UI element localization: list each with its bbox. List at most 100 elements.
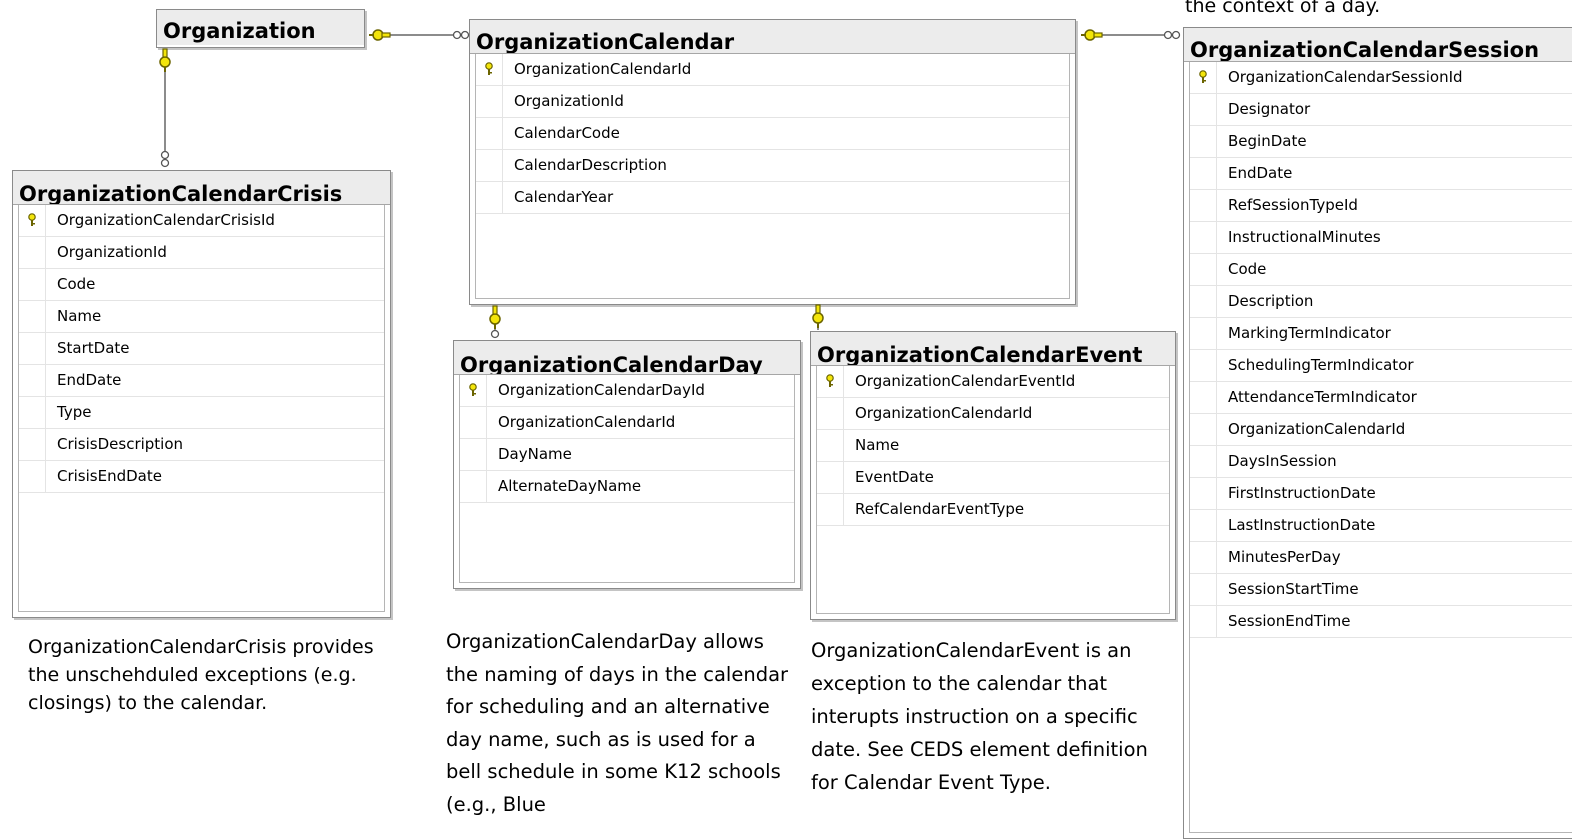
row-selector[interactable]	[476, 118, 503, 149]
row-selector[interactable]	[1190, 286, 1217, 317]
column-row[interactable]: DayName	[460, 439, 794, 471]
column-row[interactable]: CalendarCode	[476, 118, 1069, 150]
table-organization[interactable]: Organization	[156, 9, 365, 48]
column-row[interactable]: AlternateDayName	[460, 471, 794, 503]
column-row[interactable]: LastInstructionDate	[1190, 510, 1572, 542]
column-row[interactable]: OrganizationCalendarId	[460, 407, 794, 439]
column-row[interactable]: Name	[19, 301, 384, 333]
row-selector[interactable]	[1190, 542, 1217, 573]
row-selector[interactable]	[476, 86, 503, 117]
row-selector[interactable]	[19, 429, 46, 460]
column-row[interactable]: Description	[1190, 286, 1572, 318]
column-row[interactable]: Code	[1190, 254, 1572, 286]
column-row[interactable]: CalendarYear	[476, 182, 1069, 214]
row-selector[interactable]	[1190, 478, 1217, 509]
row-selector[interactable]	[1190, 350, 1217, 381]
column-row[interactable]: Name	[817, 430, 1169, 462]
column-name: MarkingTermIndicator	[1228, 324, 1391, 342]
row-selector[interactable]	[19, 333, 46, 364]
row-selector[interactable]	[1190, 574, 1217, 605]
row-selector[interactable]	[460, 439, 487, 470]
column-row[interactable]: Type	[19, 397, 384, 429]
row-selector[interactable]	[1190, 222, 1217, 253]
row-selector[interactable]	[817, 398, 844, 429]
column-name: DaysInSession	[1228, 452, 1337, 470]
column-row[interactable]: SessionEndTime	[1190, 606, 1572, 638]
column-row[interactable]: Code	[19, 269, 384, 301]
row-selector[interactable]	[1190, 606, 1217, 637]
column-row[interactable]: BeginDate	[1190, 126, 1572, 158]
column-row[interactable]: Designator	[1190, 94, 1572, 126]
row-selector[interactable]	[817, 430, 844, 461]
column-grid: OrganizationCalendarSessionId Designator B…	[1189, 62, 1572, 833]
table-organization-calendar-event[interactable]: OrganizationCalendarEvent OrganizationCa…	[810, 331, 1176, 620]
row-selector[interactable]	[817, 494, 844, 525]
column-name: InstructionalMinutes	[1228, 228, 1381, 246]
column-row[interactable]: OrganizationId	[19, 237, 384, 269]
column-row[interactable]: DaysInSession	[1190, 446, 1572, 478]
column-name: CrisisEndDate	[57, 467, 162, 485]
row-selector[interactable]	[19, 301, 46, 332]
column-row[interactable]: SchedulingTermIndicator	[1190, 350, 1572, 382]
column-row[interactable]: MinutesPerDay	[1190, 542, 1572, 574]
row-selector[interactable]	[1190, 158, 1217, 189]
column-name: EndDate	[57, 371, 122, 389]
column-row[interactable]: CrisisDescription	[19, 429, 384, 461]
primary-key-row[interactable]: OrganizationCalendarDayId	[460, 375, 794, 407]
primary-key-row[interactable]: OrganizationCalendarCrisisId	[19, 205, 384, 237]
primary-key-row[interactable]: OrganizationCalendarId	[476, 54, 1069, 86]
crisis-note: OrganizationCalendarCrisis provides the …	[28, 636, 374, 714]
column-name: RefSessionTypeId	[1228, 196, 1358, 214]
column-row[interactable]: CalendarDescription	[476, 150, 1069, 182]
relationship-calendar-session	[1080, 29, 1181, 41]
row-selector[interactable]	[19, 237, 46, 268]
column-row[interactable]: EndDate	[1190, 158, 1572, 190]
column-row[interactable]: AttendanceTermIndicator	[1190, 382, 1572, 414]
row-selector[interactable]	[19, 397, 46, 428]
table-organization-calendar-day[interactable]: OrganizationCalendarDay OrganizationCale…	[453, 340, 801, 589]
relationship-organization-calendar	[368, 29, 470, 41]
column-name: EndDate	[1228, 164, 1293, 182]
row-selector[interactable]	[1190, 318, 1217, 349]
column-row[interactable]: OrganizationId	[476, 86, 1069, 118]
table-organization-calendar-session[interactable]: OrganizationCalendarSession Organization…	[1183, 27, 1572, 839]
row-selector[interactable]	[1190, 510, 1217, 541]
column-row[interactable]: CrisisEndDate	[19, 461, 384, 493]
row-selector[interactable]	[1190, 414, 1217, 445]
table-organization-calendar-crisis[interactable]: OrganizationCalendarCrisis OrganizationC…	[12, 170, 391, 618]
column-row[interactable]: InstructionalMinutes	[1190, 222, 1572, 254]
column-row[interactable]: EventDate	[817, 462, 1169, 494]
row-selector[interactable]	[1190, 254, 1217, 285]
column-name: OrganizationCalendarCrisisId	[57, 211, 275, 229]
table-organization-calendar[interactable]: OrganizationCalendar OrganizationCalenda…	[469, 19, 1076, 305]
column-name: Designator	[1228, 100, 1311, 118]
primary-key-row[interactable]: OrganizationCalendarSessionId	[1190, 62, 1572, 94]
row-selector[interactable]	[817, 462, 844, 493]
column-row[interactable]: RefCalendarEventType	[817, 494, 1169, 526]
column-name: Type	[57, 403, 92, 421]
row-selector[interactable]	[19, 269, 46, 300]
column-row[interactable]: EndDate	[19, 365, 384, 397]
row-selector[interactable]	[1190, 382, 1217, 413]
column-row[interactable]: OrganizationCalendarId	[817, 398, 1169, 430]
row-selector[interactable]	[19, 365, 46, 396]
foreign-key-end-icon	[490, 329, 500, 339]
column-name: Name	[57, 307, 102, 325]
row-selector[interactable]	[476, 182, 503, 213]
column-row[interactable]: StartDate	[19, 333, 384, 365]
row-selector[interactable]	[1190, 446, 1217, 477]
row-selector[interactable]	[1190, 190, 1217, 221]
row-selector[interactable]	[476, 150, 503, 181]
column-row[interactable]: RefSessionTypeId	[1190, 190, 1572, 222]
row-selector[interactable]	[19, 461, 46, 492]
column-row[interactable]: MarkingTermIndicator	[1190, 318, 1572, 350]
row-selector[interactable]	[460, 407, 487, 438]
row-selector[interactable]	[460, 471, 487, 502]
row-selector[interactable]	[1190, 94, 1217, 125]
column-row[interactable]: OrganizationCalendarId	[1190, 414, 1572, 446]
primary-key-row[interactable]: OrganizationCalendarEventId	[817, 366, 1169, 398]
column-row[interactable]: SessionStartTime	[1190, 574, 1572, 606]
column-name: DayName	[498, 445, 572, 463]
row-selector[interactable]	[1190, 126, 1217, 157]
column-row[interactable]: FirstInstructionDate	[1190, 478, 1572, 510]
